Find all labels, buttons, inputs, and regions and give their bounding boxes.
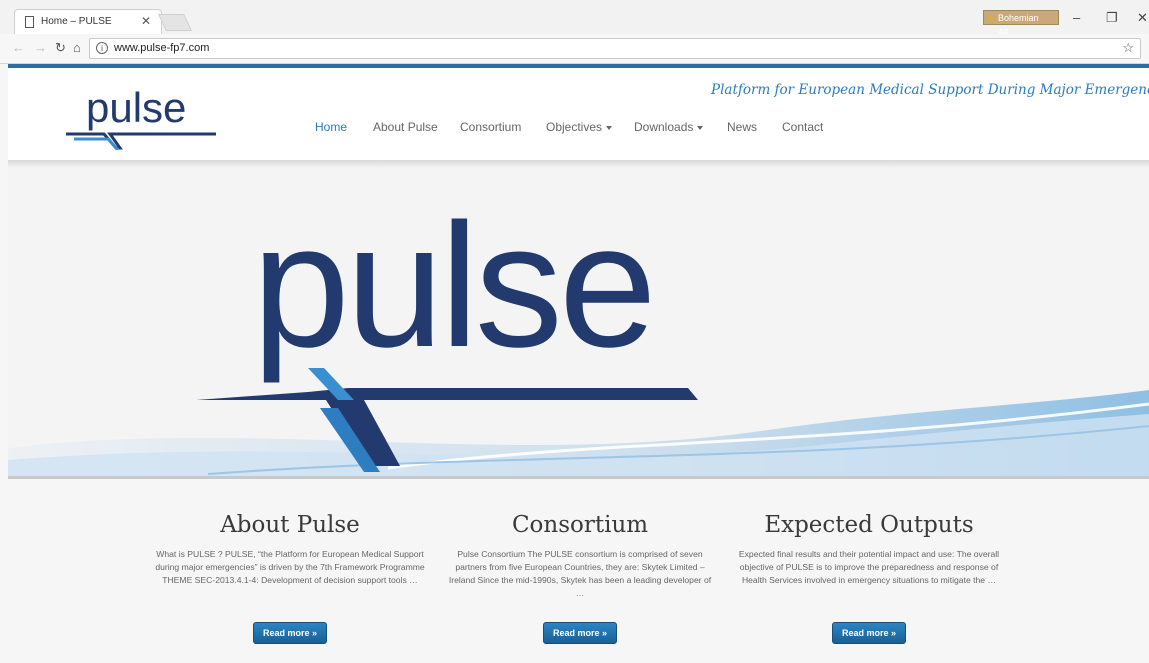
about-pulse-section: About Pulse What is PULSE ? PULSE, “the …: [155, 512, 425, 644]
read-more-button[interactable]: Read more »: [543, 622, 617, 644]
back-icon[interactable]: ←: [12, 40, 25, 55]
caret-down-icon: [697, 125, 704, 130]
minimize-icon[interactable]: –: [1073, 10, 1080, 25]
menu-objectives-label: Objectives: [546, 120, 603, 134]
browser-tab[interactable]: Home – PULSE ✕: [14, 9, 162, 34]
url-text[interactable]: www.pulse-fp7.com: [114, 42, 209, 54]
read-more-button[interactable]: Read more »: [253, 622, 327, 644]
menu-downloads[interactable]: Downloads: [634, 120, 704, 134]
close-window-icon[interactable]: ✕: [1137, 10, 1148, 26]
header-shadow: [8, 160, 1149, 168]
hero-logo-wordmark: pulse: [252, 188, 653, 384]
section-excerpt: Expected final results and their potenti…: [738, 549, 1000, 585]
section-excerpt: Pulse Consortium The PULSE consortium is…: [448, 549, 712, 598]
forward-icon[interactable]: →: [34, 40, 47, 55]
restore-icon[interactable]: ❐: [1106, 10, 1118, 26]
menu-home[interactable]: Home: [315, 120, 347, 134]
new-tab-button[interactable]: [158, 14, 192, 31]
section-title: Expected Outputs: [764, 512, 974, 538]
menu-objectives[interactable]: Objectives: [546, 120, 613, 134]
page-icon: [25, 16, 34, 28]
pulse-logo[interactable]: pulse: [64, 80, 224, 150]
menu-consortium[interactable]: Consortium: [460, 120, 521, 134]
close-tab-icon[interactable]: ✕: [141, 14, 151, 28]
site-tagline: Platform for European Medical Support Du…: [711, 82, 1149, 98]
menu-about-pulse[interactable]: About Pulse: [373, 120, 438, 134]
site-header: pulse Platform for European Medical Supp…: [8, 68, 1149, 160]
hero-graphic: pulse: [8, 188, 1149, 476]
caret-down-icon: [606, 125, 613, 130]
tab-title: Home – PULSE: [41, 16, 112, 27]
info-icon[interactable]: i: [96, 42, 108, 54]
menu-downloads-label: Downloads: [634, 120, 694, 134]
address-bar[interactable]: i www.pulse-fp7.com ☆: [89, 38, 1141, 59]
section-title: Consortium: [511, 512, 649, 538]
browser-tab-bar: Home – PULSE ✕ Bohemian All... – ❐ ✕: [0, 0, 1149, 37]
hero-bottom-border: [8, 476, 1149, 479]
read-more-button[interactable]: Read more »: [832, 622, 906, 644]
hero-banner: pulse: [8, 168, 1149, 476]
profile-badge[interactable]: Bohemian All...: [983, 10, 1059, 37]
bookmark-star-icon[interactable]: ☆: [1122, 40, 1134, 56]
expected-outputs-section: Expected Outputs Expected final results …: [734, 512, 1004, 644]
menu-news[interactable]: News: [727, 120, 757, 134]
home-icon[interactable]: ⌂: [73, 40, 81, 55]
reload-icon[interactable]: ↻: [55, 40, 66, 56]
section-excerpt: What is PULSE ? PULSE, “the Platform for…: [155, 549, 425, 585]
consortium-section: Consortium Pulse Consortium The PULSE co…: [445, 512, 715, 644]
logo-wordmark: pulse: [86, 84, 186, 131]
browser-toolbar: ← → ↻ ⌂ i www.pulse-fp7.com ☆: [0, 34, 1149, 64]
menu-contact[interactable]: Contact: [782, 120, 823, 134]
section-title: About Pulse: [220, 512, 360, 538]
